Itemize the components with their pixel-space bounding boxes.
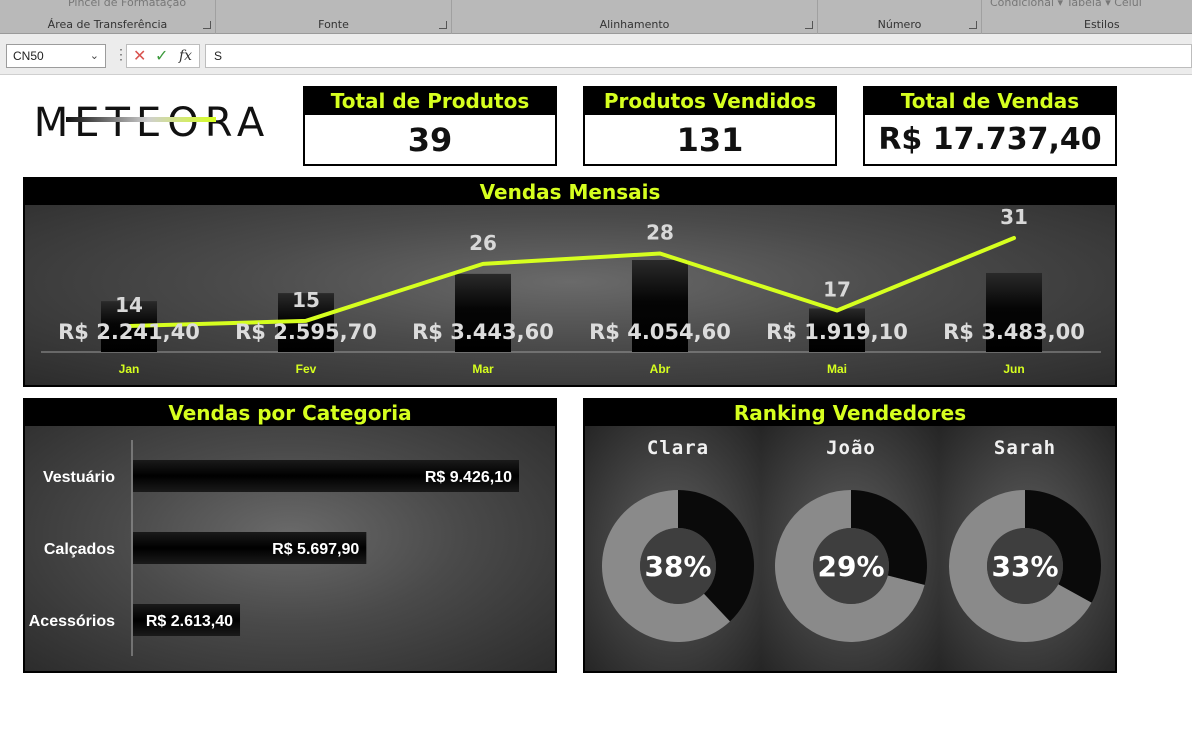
- panel-title: Ranking Vendedores: [585, 400, 1115, 426]
- formula-bar: CN50 ⌄ ⋮ ✕ ✓ fx S: [0, 34, 1192, 75]
- kpi-value: 39: [407, 121, 453, 159]
- quantity-line: [127, 236, 1016, 328]
- quantity-data-label: 14: [115, 293, 143, 317]
- monthly-sales-chart: 14 R$ 2.241,40 Jan 15 R$ 2.595,70 Fev 26 R$ 3.4…: [41, 205, 1101, 376]
- ribbon: Pincel de Formatação Área de Transferênc…: [0, 0, 1192, 34]
- category-tick-label: Acessórios: [29, 613, 115, 630]
- seller-ranking-chart: 38% Clara 29% João 33% Sarah: [602, 437, 1101, 642]
- month-tick-label: Mar: [472, 362, 494, 376]
- ribbon-group-font: Fonte: [216, 0, 452, 34]
- logo-swoosh: [66, 117, 216, 122]
- seller-name-label: Sarah: [994, 437, 1056, 459]
- month-tick-label: Fev: [296, 362, 317, 376]
- ribbon-group-label: Número: [877, 18, 922, 31]
- sales-data-label: R$ 2.595,70: [235, 320, 377, 344]
- ribbon-group-label: Alinhamento: [599, 18, 670, 31]
- seller-name-label: Clara: [647, 437, 709, 459]
- chevron-down-icon[interactable]: ⌄: [90, 45, 99, 67]
- kpi-total-sales: Total de Vendas R$ 17.737,40: [863, 86, 1117, 166]
- sales-data-label: R$ 3.443,60: [412, 320, 554, 344]
- dialog-launcher-icon[interactable]: [203, 21, 211, 29]
- ribbon-group-styles: Condicional ▾ Tabela ▾ Célul Estilos: [982, 0, 1192, 34]
- sales-data-label: R$ 3.483,00: [943, 320, 1085, 344]
- kpi-title: Produtos Vendidos: [585, 88, 835, 115]
- name-box[interactable]: CN50 ⌄: [6, 44, 106, 68]
- donut-percent-label: 38%: [644, 550, 711, 583]
- month-tick-label: Jan: [119, 362, 140, 376]
- quantity-data-label: 31: [1000, 205, 1028, 229]
- name-box-value: CN50: [13, 49, 44, 63]
- category-data-label: R$ 5.697,90: [272, 541, 359, 558]
- ribbon-group-alignment: Alinhamento: [452, 0, 818, 34]
- dialog-launcher-icon[interactable]: [439, 21, 447, 29]
- kpi-value: R$ 17.737,40: [878, 122, 1102, 157]
- seller-ranking-panel: Ranking Vendedores 38% Clara 29% João 33% Sar…: [583, 398, 1117, 673]
- monthly-sales-panel: Vendas Mensais 14 R$ 2.241,40 Jan 15 R$ 2.59…: [23, 177, 1117, 387]
- donut-percent-label: 29%: [817, 550, 884, 583]
- formula-input[interactable]: S: [205, 44, 1192, 68]
- kpi-products-sold: Produtos Vendidos 131: [583, 86, 837, 166]
- panel-title: Vendas Mensais: [25, 179, 1115, 205]
- insert-function-icon[interactable]: fx: [179, 48, 192, 64]
- category-data-label: R$ 9.426,10: [425, 469, 512, 486]
- sales-data-label: R$ 4.054,60: [589, 320, 731, 344]
- ribbon-group-label: Estilos: [1084, 18, 1120, 31]
- quantity-data-label: 15: [292, 288, 320, 312]
- month-tick-label: Mai: [827, 362, 847, 376]
- logo-wordmark: METEORA: [34, 100, 271, 146]
- category-tick-label: Vestuário: [43, 469, 115, 486]
- format-painter-label[interactable]: Pincel de Formatação: [68, 0, 186, 9]
- category-sales-chart: R$ 9.426,10 Vestuário R$ 5.697,90 Calçados R…: [29, 440, 519, 656]
- kpi-title: Total de Vendas: [865, 88, 1115, 115]
- panel-title: Vendas por Categoria: [25, 400, 555, 426]
- styles-faded-buttons[interactable]: Condicional ▾ Tabela ▾ Célul: [990, 0, 1142, 9]
- quantity-data-label: 28: [646, 221, 674, 245]
- quantity-data-label: 17: [823, 277, 851, 301]
- month-tick-label: Jun: [1003, 362, 1024, 376]
- ribbon-group-clipboard: Pincel de Formatação Área de Transferênc…: [0, 0, 216, 34]
- kpi-total-products: Total de Produtos 39: [303, 86, 557, 166]
- sales-data-label: R$ 1.919,10: [766, 320, 908, 344]
- dialog-launcher-icon[interactable]: [969, 21, 977, 29]
- formula-buttons: ✕ ✓ fx: [126, 44, 200, 68]
- kpi-title: Total de Produtos: [305, 88, 555, 115]
- confirm-icon[interactable]: ✓: [155, 46, 168, 66]
- ribbon-group-number: Número: [818, 0, 982, 34]
- kpi-value: 131: [676, 121, 744, 159]
- dialog-launcher-icon[interactable]: [805, 21, 813, 29]
- category-sales-panel: Vendas por Categoria R$ 9.426,10 Vestuári…: [23, 398, 557, 673]
- ribbon-group-label: Área de Transferência: [47, 18, 168, 31]
- category-data-label: R$ 2.613,40: [146, 613, 233, 630]
- cancel-icon[interactable]: ✕: [133, 46, 146, 66]
- category-tick-label: Calçados: [44, 541, 115, 558]
- sales-data-label: R$ 2.241,40: [58, 320, 200, 344]
- seller-name-label: João: [826, 437, 876, 459]
- quantity-data-label: 26: [469, 231, 497, 255]
- donut-percent-label: 33%: [991, 550, 1058, 583]
- month-tick-label: Abr: [650, 362, 671, 376]
- ribbon-group-label: Fonte: [318, 18, 349, 31]
- meteora-logo: METEORA: [34, 100, 271, 146]
